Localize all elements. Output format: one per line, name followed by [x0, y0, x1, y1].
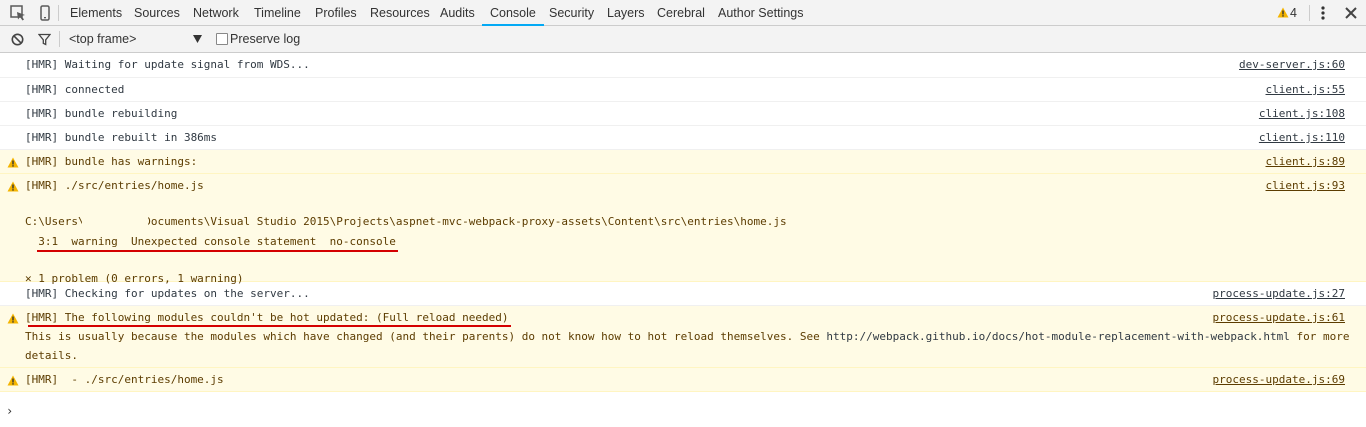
- explanation-text: This is usually because the modules whic…: [25, 330, 827, 343]
- source-link[interactable]: dev-server.js:60: [1239, 53, 1345, 77]
- tab-elements[interactable]: Elements: [70, 0, 122, 26]
- lint-warning-detail: 3:1 warning Unexpected console statement…: [25, 235, 396, 248]
- message-text: [HMR] bundle rebuilt in 386ms: [25, 131, 218, 144]
- tab-layers[interactable]: Layers: [607, 0, 645, 26]
- source-link[interactable]: process-update.js:69: [1213, 368, 1345, 392]
- console-warning: [HMR] The following modules couldn't be …: [0, 306, 1366, 368]
- frame-select[interactable]: <top frame>: [69, 26, 136, 52]
- console-message: [HMR] bundle rebuilding client.js:108: [0, 102, 1366, 126]
- reload-explanation: This is usually because the modules whic…: [25, 327, 1350, 346]
- source-link[interactable]: client.js:108: [1259, 102, 1345, 126]
- warning-icon: [7, 157, 19, 168]
- webpack-docs-link[interactable]: http://webpack.github.io/docs/hot-module…: [826, 330, 1290, 343]
- tab-network[interactable]: Network: [193, 0, 239, 26]
- devtools-tabbar: Elements Sources Network Timeline Profil…: [0, 0, 1366, 26]
- message-text: [HMR] bundle has warnings:: [25, 155, 198, 168]
- source-link[interactable]: client.js:110: [1259, 126, 1345, 150]
- console-toolbar: <top frame> Preserve log: [0, 26, 1366, 53]
- tab-cerebral[interactable]: Cerebral: [657, 0, 705, 26]
- warning-count-icon: [1277, 7, 1289, 18]
- message-text: [HMR] Waiting for update signal from WDS…: [25, 58, 310, 71]
- explanation-continued: details.: [25, 349, 78, 362]
- source-link[interactable]: client.js:55: [1266, 78, 1345, 102]
- message-text: [HMR] connected: [25, 83, 125, 96]
- tabbar-separator: [1309, 5, 1310, 21]
- redacted-username: [82, 215, 148, 227]
- message-text: [HMR] - ./src/entries/home.js: [25, 373, 224, 386]
- warning-icon: [7, 375, 19, 386]
- source-link[interactable]: client.js:93: [1266, 174, 1345, 198]
- message-text: [HMR] bundle rebuilding: [25, 107, 178, 120]
- tab-resources[interactable]: Resources: [370, 0, 430, 26]
- console-message: [HMR] connected client.js:55: [0, 78, 1366, 102]
- explanation-text-end: for more: [1289, 330, 1350, 343]
- source-link[interactable]: client.js:89: [1266, 150, 1345, 174]
- warning-icon: [7, 313, 19, 324]
- preserve-log-checkbox[interactable]: [216, 33, 228, 45]
- tab-audits[interactable]: Audits: [440, 0, 475, 26]
- preserve-log-label: Preserve log: [230, 32, 301, 46]
- console-warning: [HMR] ./src/entries/home.js client.js:93…: [0, 174, 1366, 285]
- console-warning: [HMR] - ./src/entries/home.js process-up…: [0, 368, 1366, 392]
- dropdown-arrow-icon[interactable]: [193, 35, 202, 43]
- close-devtools-icon[interactable]: [1344, 6, 1358, 20]
- console-message: [HMR] Waiting for update signal from WDS…: [0, 53, 1366, 78]
- clear-console-icon[interactable]: [11, 33, 24, 46]
- device-mode-icon[interactable]: [36, 4, 54, 22]
- message-text: [HMR] ./src/entries/home.js: [25, 179, 204, 192]
- toolbar-separator: [59, 31, 60, 47]
- more-menu-icon[interactable]: [1320, 5, 1326, 21]
- warning-icon: [7, 181, 19, 192]
- tab-profiles[interactable]: Profiles: [315, 0, 357, 26]
- tab-author-settings[interactable]: Author Settings: [718, 0, 803, 26]
- source-link[interactable]: process-update.js:27: [1213, 282, 1345, 306]
- message-text: [HMR] Checking for updates on the server…: [25, 287, 310, 300]
- console-prompt[interactable]: ›: [6, 404, 13, 418]
- tab-security[interactable]: Security: [549, 0, 594, 26]
- console-message: [HMR] Checking for updates on the server…: [0, 282, 1366, 306]
- console-warning: [HMR] bundle has warnings: client.js:89: [0, 150, 1366, 174]
- warning-count[interactable]: 4: [1290, 0, 1297, 26]
- tabbar-separator: [58, 5, 59, 21]
- console-messages: [HMR] Waiting for update signal from WDS…: [0, 53, 1366, 392]
- tab-timeline[interactable]: Timeline: [254, 0, 301, 26]
- filter-icon[interactable]: [38, 33, 51, 46]
- tab-console[interactable]: Console: [482, 0, 544, 26]
- tab-sources[interactable]: Sources: [134, 0, 180, 26]
- red-underline: [37, 250, 398, 252]
- console-message: [HMR] bundle rebuilt in 386ms client.js:…: [0, 126, 1366, 150]
- inspect-element-icon[interactable]: [9, 4, 27, 22]
